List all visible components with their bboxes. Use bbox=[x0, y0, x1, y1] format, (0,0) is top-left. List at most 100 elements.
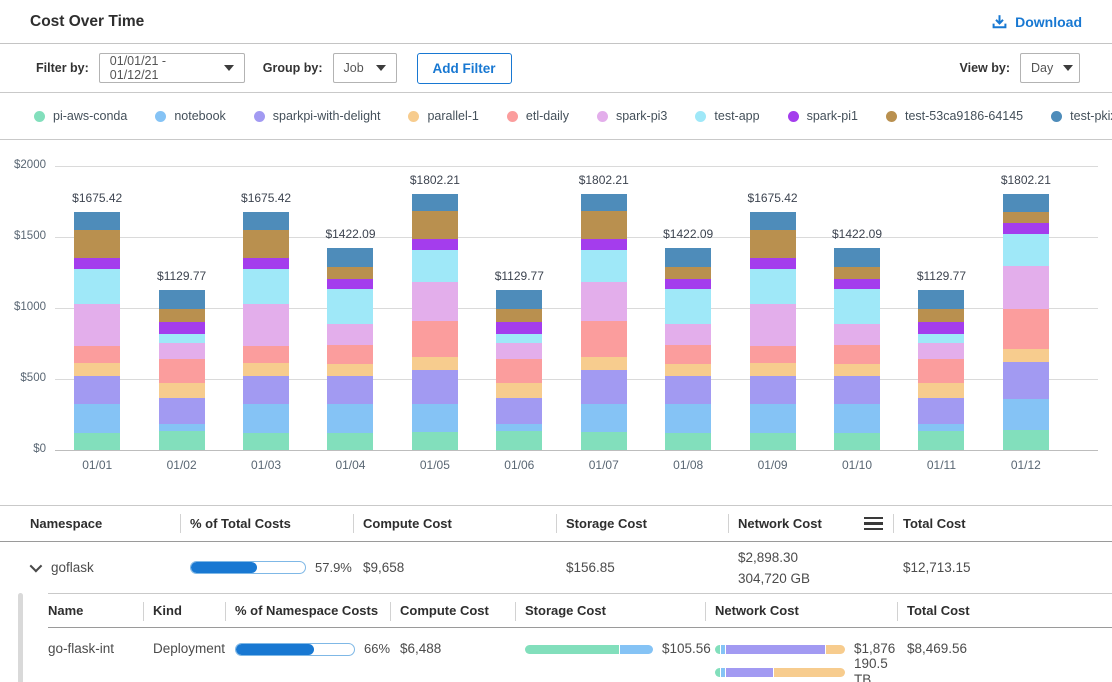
bar-segment-test-53ca9186-64145[interactable] bbox=[496, 309, 542, 322]
bar-segment-sparkpi-with-delight[interactable] bbox=[243, 376, 289, 404]
bar-segment-sparkpi-with-delight[interactable] bbox=[412, 370, 458, 405]
bar-segment-test-53ca9186-64145[interactable] bbox=[327, 267, 373, 279]
bar-segment-etl-daily[interactable] bbox=[918, 359, 964, 382]
bar-segment-pi-aws-conda[interactable] bbox=[750, 433, 796, 450]
bar-segment-notebook[interactable] bbox=[581, 404, 627, 432]
bar-segment-etl-daily[interactable] bbox=[159, 359, 205, 382]
bar-segment-test-app[interactable] bbox=[665, 289, 711, 324]
bar-segment-etl-daily[interactable] bbox=[412, 321, 458, 358]
bar-segment-test-app[interactable] bbox=[159, 334, 205, 343]
bar-segment-parallel-1[interactable] bbox=[243, 363, 289, 376]
bar-segment-test-app[interactable] bbox=[243, 269, 289, 305]
bar-segment-etl-daily[interactable] bbox=[665, 345, 711, 364]
bar-segment-notebook[interactable] bbox=[243, 404, 289, 433]
bar-segment-etl-daily[interactable] bbox=[243, 346, 289, 363]
bar-segment-spark-pi3[interactable] bbox=[834, 324, 880, 345]
bar-segment-pi-aws-conda[interactable] bbox=[243, 433, 289, 450]
bar-segment-spark-pi3[interactable] bbox=[327, 324, 373, 345]
bar-segment-spark-pi1[interactable] bbox=[496, 322, 542, 334]
bar-segment-test-pkix[interactable] bbox=[74, 212, 120, 230]
bar-segment-test-app[interactable] bbox=[412, 250, 458, 282]
bar-segment-sparkpi-with-delight[interactable] bbox=[74, 376, 120, 404]
bar-segment-sparkpi-with-delight[interactable] bbox=[665, 376, 711, 404]
chart-bar-01/11[interactable] bbox=[918, 290, 964, 450]
chart-bar-01/12[interactable] bbox=[1003, 194, 1049, 450]
bar-segment-spark-pi3[interactable] bbox=[918, 343, 964, 360]
bar-segment-test-app[interactable] bbox=[581, 250, 627, 282]
chart-bar-01/08[interactable] bbox=[665, 248, 711, 450]
bar-segment-notebook[interactable] bbox=[412, 404, 458, 432]
bar-segment-test-app[interactable] bbox=[74, 269, 120, 305]
bar-segment-spark-pi1[interactable] bbox=[74, 258, 120, 268]
date-range-select[interactable]: 01/01/21 - 01/12/21 bbox=[99, 53, 245, 83]
bar-segment-sparkpi-with-delight[interactable] bbox=[750, 376, 796, 404]
bar-segment-parallel-1[interactable] bbox=[918, 383, 964, 399]
bar-segment-sparkpi-with-delight[interactable] bbox=[1003, 362, 1049, 398]
bar-segment-sparkpi-with-delight[interactable] bbox=[159, 398, 205, 424]
legend-item-spark-pi3[interactable]: spark-pi3 bbox=[597, 109, 667, 123]
bar-segment-test-app[interactable] bbox=[327, 289, 373, 324]
legend-item-parallel-1[interactable]: parallel-1 bbox=[408, 109, 478, 123]
bar-segment-test-53ca9186-64145[interactable] bbox=[834, 267, 880, 279]
bar-segment-pi-aws-conda[interactable] bbox=[159, 431, 205, 450]
bar-segment-sparkpi-with-delight[interactable] bbox=[581, 370, 627, 405]
bar-segment-etl-daily[interactable] bbox=[74, 346, 120, 363]
bar-segment-test-53ca9186-64145[interactable] bbox=[581, 211, 627, 239]
bar-segment-spark-pi1[interactable] bbox=[1003, 223, 1049, 233]
bar-segment-test-app[interactable] bbox=[834, 289, 880, 324]
bar-segment-spark-pi1[interactable] bbox=[243, 258, 289, 268]
bar-segment-test-53ca9186-64145[interactable] bbox=[74, 230, 120, 258]
bar-segment-spark-pi1[interactable] bbox=[750, 258, 796, 268]
bar-segment-test-pkix[interactable] bbox=[159, 290, 205, 309]
bar-segment-parallel-1[interactable] bbox=[159, 383, 205, 399]
bar-segment-spark-pi1[interactable] bbox=[665, 279, 711, 289]
bar-segment-test-pkix[interactable] bbox=[327, 248, 373, 266]
bar-segment-test-pkix[interactable] bbox=[750, 212, 796, 230]
bar-segment-pi-aws-conda[interactable] bbox=[581, 432, 627, 450]
bar-segment-pi-aws-conda[interactable] bbox=[665, 433, 711, 450]
bar-segment-notebook[interactable] bbox=[750, 404, 796, 433]
bar-segment-parallel-1[interactable] bbox=[327, 364, 373, 376]
bar-segment-test-53ca9186-64145[interactable] bbox=[159, 309, 205, 322]
bar-segment-notebook[interactable] bbox=[327, 404, 373, 433]
bar-segment-test-app[interactable] bbox=[496, 334, 542, 343]
bar-segment-spark-pi3[interactable] bbox=[496, 343, 542, 360]
bar-segment-test-pkix[interactable] bbox=[918, 290, 964, 309]
bar-segment-test-app[interactable] bbox=[918, 334, 964, 343]
bar-segment-test-53ca9186-64145[interactable] bbox=[243, 230, 289, 258]
namespace-row[interactable]: goflask 57.9% $9,658 $156.85 $2,898.30 3… bbox=[0, 542, 1112, 593]
chart-bar-01/09[interactable] bbox=[750, 212, 796, 450]
bar-segment-spark-pi3[interactable] bbox=[74, 304, 120, 346]
add-filter-button[interactable]: Add Filter bbox=[417, 53, 512, 84]
bar-segment-test-53ca9186-64145[interactable] bbox=[1003, 212, 1049, 224]
bar-segment-parallel-1[interactable] bbox=[1003, 349, 1049, 363]
bar-segment-spark-pi1[interactable] bbox=[834, 279, 880, 289]
vertical-scrollbar[interactable] bbox=[18, 593, 23, 682]
bar-segment-test-pkix[interactable] bbox=[1003, 194, 1049, 212]
bar-segment-test-53ca9186-64145[interactable] bbox=[750, 230, 796, 258]
chart-bar-01/03[interactable] bbox=[243, 212, 289, 450]
namespace-expander[interactable]: goflask bbox=[30, 560, 94, 575]
chart-bar-01/06[interactable] bbox=[496, 290, 542, 450]
chart-bar-01/02[interactable] bbox=[159, 290, 205, 450]
legend-item-notebook[interactable]: notebook bbox=[155, 109, 225, 123]
bar-segment-test-pkix[interactable] bbox=[243, 212, 289, 230]
group-by-select[interactable]: Job bbox=[333, 53, 397, 83]
legend-item-spark-pi1[interactable]: spark-pi1 bbox=[788, 109, 858, 123]
bar-segment-test-pkix[interactable] bbox=[665, 248, 711, 266]
bar-segment-spark-pi1[interactable] bbox=[412, 239, 458, 250]
bar-segment-notebook[interactable] bbox=[74, 404, 120, 433]
legend-item-test-pkix[interactable]: test-pkix bbox=[1051, 109, 1112, 123]
bar-segment-test-53ca9186-64145[interactable] bbox=[665, 267, 711, 279]
bar-segment-test-app[interactable] bbox=[750, 269, 796, 305]
view-by-select[interactable]: Day bbox=[1020, 53, 1080, 83]
bar-segment-parallel-1[interactable] bbox=[496, 383, 542, 399]
bar-segment-etl-daily[interactable] bbox=[581, 321, 627, 358]
bar-segment-etl-daily[interactable] bbox=[1003, 309, 1049, 349]
bar-segment-spark-pi3[interactable] bbox=[243, 304, 289, 346]
download-button[interactable]: Download bbox=[991, 13, 1082, 30]
bar-segment-etl-daily[interactable] bbox=[496, 359, 542, 382]
bar-segment-spark-pi1[interactable] bbox=[918, 322, 964, 334]
bar-segment-parallel-1[interactable] bbox=[665, 364, 711, 376]
bar-segment-pi-aws-conda[interactable] bbox=[412, 432, 458, 450]
